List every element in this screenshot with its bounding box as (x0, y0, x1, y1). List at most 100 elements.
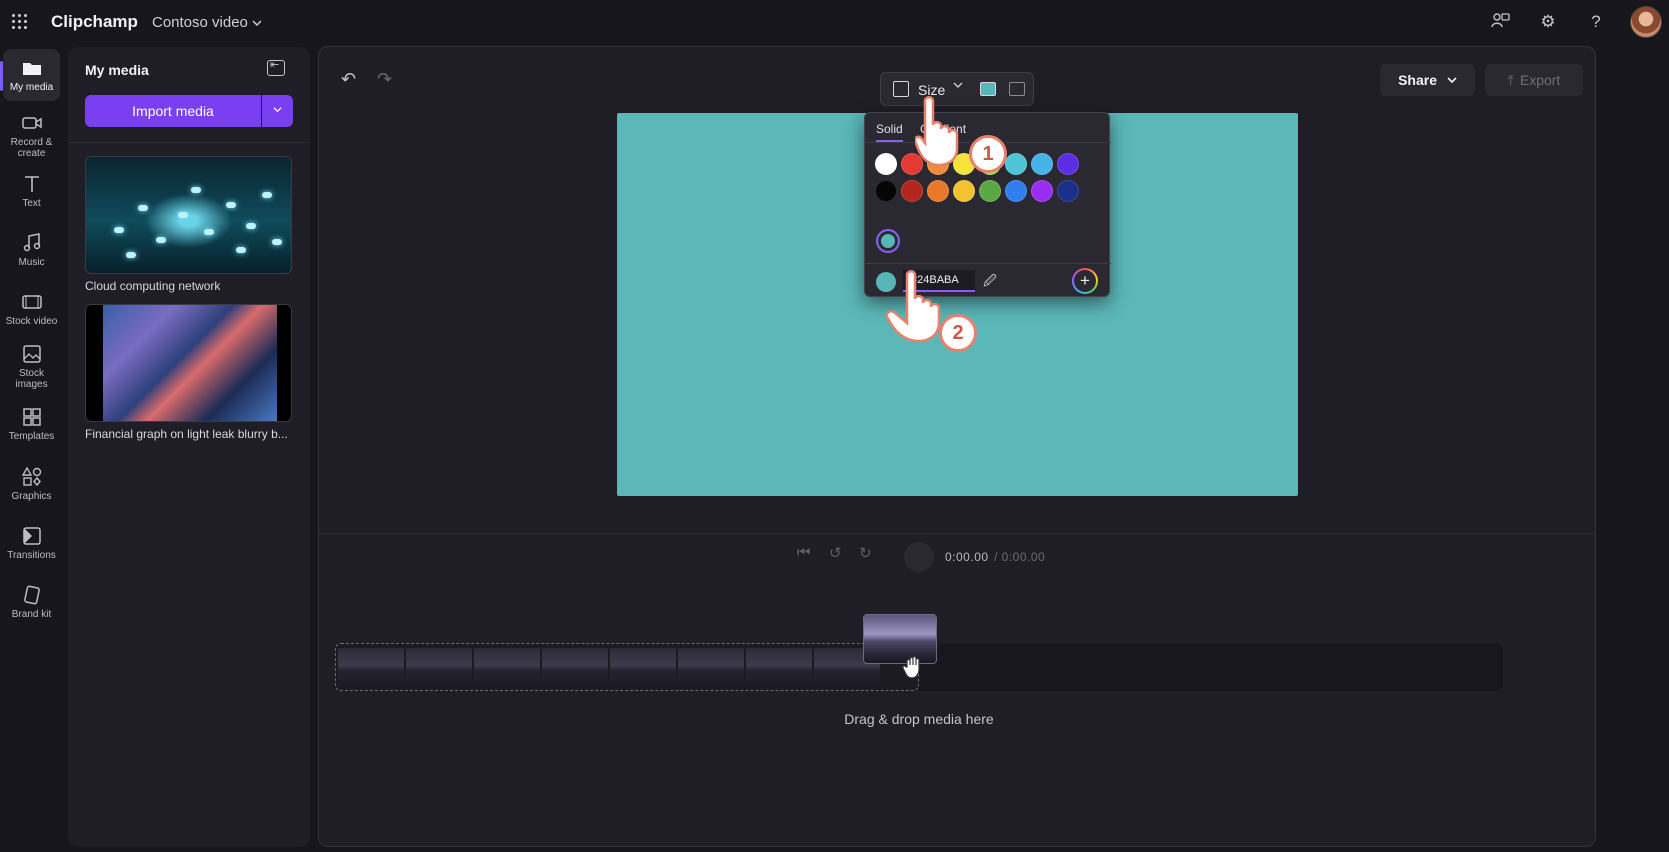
chevron-down-icon (273, 107, 282, 113)
tab-solid[interactable]: Solid (876, 122, 903, 142)
settings-gear-icon[interactable]: ⚙ (1537, 11, 1559, 33)
nav-item-templates[interactable]: Templates (3, 406, 60, 442)
color-swatch[interactable] (953, 180, 975, 202)
color-swatch[interactable] (1005, 153, 1027, 175)
media-item-label: Financial graph on light leak blurry b..… (85, 427, 288, 441)
color-swatch[interactable] (1057, 180, 1079, 202)
undo-icon[interactable]: ↶ (341, 69, 356, 90)
collapse-panel-icon[interactable] (267, 58, 285, 76)
chevron-down-icon (252, 20, 262, 26)
color-swatch[interactable] (875, 180, 897, 202)
divider (865, 263, 1111, 264)
nav-label: Stock video (5, 316, 58, 327)
top-bar: Clipchamp Contoso video ⚙ ? (0, 0, 1669, 44)
eyedropper-icon[interactable]: 🖉 (983, 272, 997, 294)
share-label: Share (1398, 72, 1438, 88)
ghost-frame (746, 648, 812, 686)
resize-icon[interactable] (893, 81, 909, 97)
import-options-dropdown[interactable] (262, 95, 293, 127)
play-button[interactable] (904, 542, 934, 572)
export-button[interactable]: ⤒ Export (1485, 64, 1583, 96)
current-time: 0:00.00 (945, 550, 989, 564)
editor-area: ↶ ↷ Size Share ⤒Export Solid Gradient 🖉 … (318, 46, 1596, 847)
media-panel: My media Import media Cloud computing ne… (68, 47, 310, 847)
color-swatch[interactable] (1031, 153, 1053, 175)
project-title-dropdown[interactable]: Contoso video (152, 14, 262, 31)
step-badge-1: 1 (969, 135, 1007, 173)
nav-label: Transitions (7, 550, 56, 561)
nav-item-brand-kit[interactable]: Brand kit (3, 584, 60, 620)
chevron-down-icon[interactable] (953, 80, 963, 93)
thumbnail-image (103, 305, 277, 421)
share-button[interactable]: Share (1380, 64, 1475, 96)
nav-item-text[interactable]: Text (3, 173, 60, 209)
music-note-icon (23, 233, 40, 252)
total-time: / 0:00.00 (994, 550, 1046, 564)
media-thumbnail-cloud-computing[interactable] (85, 156, 292, 274)
redo-icon[interactable]: ↷ (377, 69, 392, 90)
background-color-icon[interactable] (980, 82, 996, 96)
avatar[interactable] (1630, 6, 1662, 38)
nav-item-stock-images[interactable]: Stock images (3, 343, 60, 390)
forward-5s-icon[interactable]: ↻ (859, 544, 872, 562)
upload-icon: ⤒ (1507, 72, 1514, 88)
nav-item-graphics[interactable]: Graphics (3, 466, 60, 502)
color-swatch[interactable] (1031, 180, 1053, 202)
pointer-hand-icon (915, 96, 959, 167)
nav-item-music[interactable]: Music (3, 232, 60, 268)
export-label: Export (1519, 72, 1561, 88)
transitions-icon (22, 527, 41, 545)
left-nav: My media Record & create Text Music Stoc… (0, 44, 64, 852)
nav-item-record-create[interactable]: Record & create (3, 112, 60, 159)
add-color-icon[interactable] (1072, 268, 1098, 294)
color-swatch[interactable] (875, 153, 897, 175)
nav-label: Record & create (10, 137, 53, 159)
nav-item-stock-video[interactable]: Stock video (3, 291, 60, 327)
brand-kit-icon (23, 585, 40, 605)
nav-label: Graphics (11, 491, 52, 502)
text-icon (24, 176, 39, 192)
app-launcher-icon[interactable] (12, 14, 28, 30)
image-icon (22, 345, 41, 363)
chevron-down-icon (1447, 77, 1457, 84)
color-swatch[interactable] (927, 180, 949, 202)
folder-icon (22, 63, 41, 75)
nav-label: My media (9, 82, 54, 93)
nav-item-transitions[interactable]: Transitions (3, 525, 60, 561)
panel-title: My media (85, 62, 149, 78)
divider (319, 533, 1595, 534)
shapes-icon (21, 466, 41, 487)
color-swatch[interactable] (1005, 180, 1027, 202)
grab-hand-icon (902, 655, 920, 679)
drop-hint: Drag & drop media here (844, 711, 994, 727)
nav-label: Text (22, 198, 41, 209)
film-icon (21, 295, 42, 309)
nav-label: Templates (8, 431, 55, 442)
ghost-frame (610, 648, 676, 686)
timeline-drop-zone[interactable] (335, 643, 919, 691)
project-title: Contoso video (152, 14, 248, 31)
import-media-button[interactable]: Import media (85, 95, 261, 127)
help-icon[interactable]: ? (1585, 11, 1607, 33)
nav-label: Brand kit (11, 609, 52, 620)
skip-to-start-icon[interactable]: ⏮ (797, 544, 811, 561)
nav-label: Stock images (15, 368, 48, 390)
video-camera-icon (21, 117, 42, 129)
nav-label: Music (18, 257, 45, 268)
color-swatch[interactable] (1057, 153, 1079, 175)
ghost-frame (338, 648, 404, 686)
color-swatch[interactable] (979, 180, 1001, 202)
nav-item-my-media[interactable]: My media (0, 49, 60, 101)
ghost-frame (678, 648, 744, 686)
templates-icon (22, 408, 41, 426)
custom-color-swatch[interactable] (876, 229, 900, 253)
ghost-frame (406, 648, 472, 686)
media-item-label: Cloud computing network (85, 279, 221, 293)
rewind-5s-icon[interactable]: ↺ (829, 544, 842, 562)
app-brand: Clipchamp (51, 12, 138, 31)
divider (68, 142, 310, 143)
color-swatch[interactable] (901, 180, 923, 202)
media-thumbnail-financial-graph[interactable] (85, 304, 292, 422)
feedback-icon[interactable] (1489, 11, 1511, 33)
background-image-icon[interactable] (1009, 82, 1025, 96)
